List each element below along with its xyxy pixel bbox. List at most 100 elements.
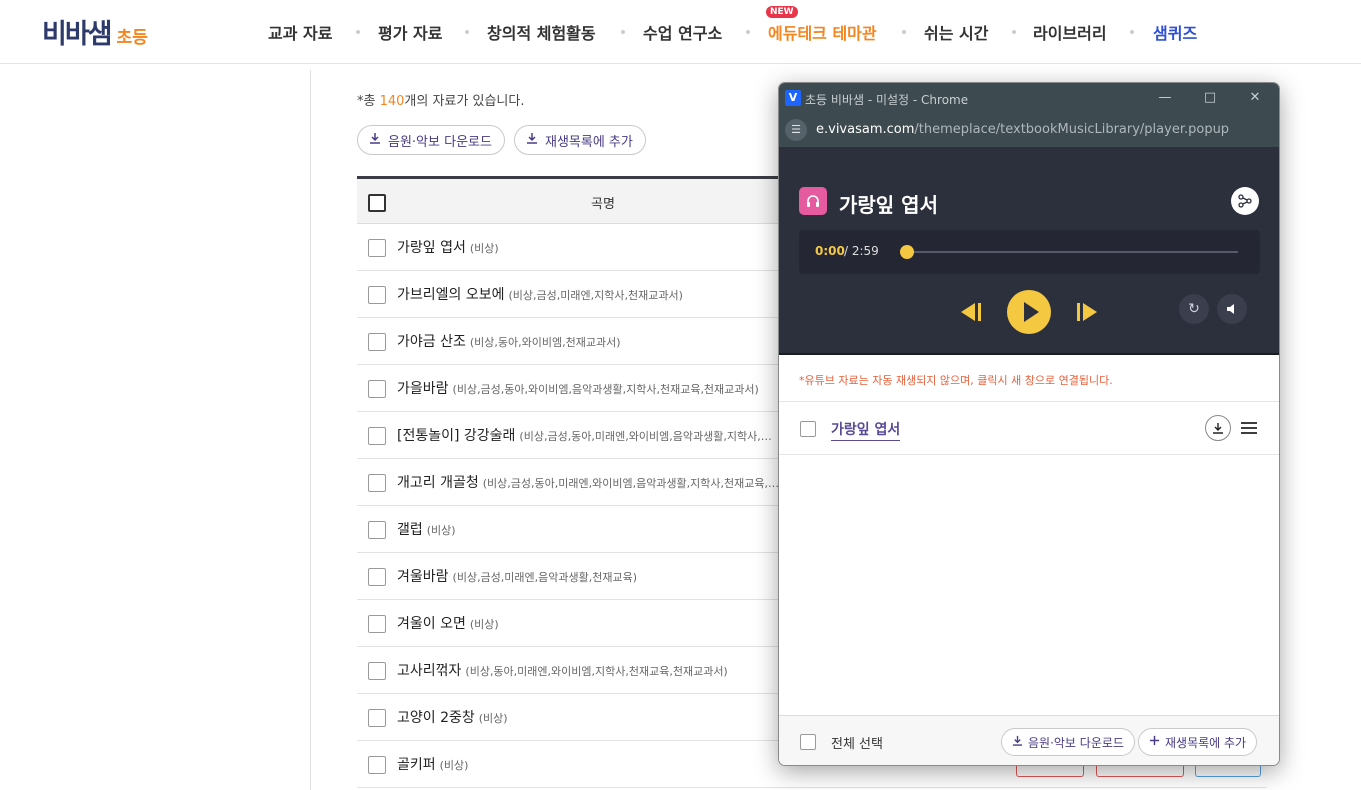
song-title[interactable]: [전통놀이] 강강술래 — [397, 428, 515, 444]
site-header: 비바샘 초등 교과 자료 평가 자료 창의적 체험활동 수업 연구소 에듀테크 … — [0, 0, 1361, 64]
select-all-checkbox[interactable] — [800, 734, 816, 750]
song-title-cell[interactable]: 가야금 산조 (비상,동아,와이비엠,천재교과서) — [397, 331, 621, 351]
add-to-playlist-label: 재생목록에 추가 — [1165, 735, 1247, 750]
song-title-cell[interactable]: 고사리꺾자 (비상,동아,미래엔,와이비엠,지학사,천재교육,천재교과서) — [397, 660, 728, 680]
nav-item-textbook[interactable]: 교과 자료 — [268, 20, 332, 44]
youtube-notice: *유튜브 자료는 자동 재생되지 않으며, 클릭시 새 창으로 연결됩니다. — [799, 374, 1113, 387]
add-to-playlist-button[interactable]: 재생목록에 추가 — [1138, 728, 1258, 756]
drag-handle-icon[interactable] — [1241, 418, 1257, 438]
row-checkbox[interactable] — [368, 474, 386, 492]
download-icon[interactable] — [1205, 415, 1231, 441]
result-count: *총 140개의 자료가 있습니다. — [357, 90, 524, 109]
address-bar: ☰ e.vivasam.com/themeplace/textbookMusic… — [779, 113, 1279, 147]
row-checkbox[interactable] — [368, 662, 386, 680]
row-checkbox[interactable] — [368, 380, 386, 398]
song-title-cell[interactable]: 가랑잎 엽서 (비상) — [397, 237, 499, 257]
row-checkbox[interactable] — [368, 615, 386, 633]
url-domain: e.vivasam.com — [816, 122, 915, 137]
next-track-icon[interactable] — [1073, 301, 1099, 323]
audio-player: 가랑잎 엽서 0:00 / 2:59 ↻ — [779, 147, 1279, 355]
row-checkbox[interactable] — [368, 709, 386, 727]
song-title[interactable]: 가랑잎 엽서 — [397, 240, 466, 256]
row-checkbox[interactable] — [368, 333, 386, 351]
song-title[interactable]: 갤럽 — [397, 522, 423, 538]
download-music-button[interactable]: 음원·악보 다운로드 — [1001, 728, 1135, 756]
song-title-cell[interactable]: 갤럽 (비상) — [397, 519, 456, 539]
song-publishers: (비상,금성,동아,와이비엠,음악과생활,지학사,천재교육,천재교과서) — [452, 383, 759, 396]
nav-item-creative[interactable]: 창의적 체험활동 — [487, 20, 596, 44]
download-music-label: 음원·악보 다운로드 — [1028, 735, 1124, 750]
row-action-button[interactable] — [1096, 765, 1184, 777]
playlist-item-title[interactable]: 가랑잎 엽서 — [831, 419, 901, 441]
song-title-cell[interactable]: 개고리 개골청 (비상,금성,동아,미래엔,와이비엠,음악과생활,지학사,천재교육… — [397, 472, 779, 492]
now-playing-title: 가랑잎 엽서 — [839, 193, 938, 217]
seek-bar-container: 0:00 / 2:59 — [799, 230, 1260, 274]
add-to-playlist-button[interactable]: 재생목록에 추가 — [514, 125, 646, 155]
volume-icon[interactable] — [1217, 294, 1247, 324]
nav-separator — [465, 30, 469, 34]
song-title-cell[interactable]: 고양이 2중창 (비상) — [397, 707, 508, 727]
nav-separator — [621, 30, 625, 34]
share-icon[interactable] — [1231, 187, 1259, 215]
count-prefix: *총 — [357, 94, 380, 109]
song-title-cell[interactable]: [전통놀이] 강강술래 (비상,금성,동아,미래엔,와이비엠,음악과생활,지학사,… — [397, 425, 772, 445]
row-checkbox[interactable] — [368, 521, 386, 539]
url-path: /themeplace/textbookMusicLibrary/player.… — [914, 122, 1230, 137]
song-title[interactable]: 가야금 산조 — [397, 334, 466, 350]
song-title-cell[interactable]: 골키퍼 (비상) — [397, 754, 468, 774]
player-popup-window: V 초등 비바샘 - 미설정 - Chrome — □ ✕ ☰ e.vivasa… — [778, 82, 1280, 766]
select-all-checkbox[interactable] — [368, 194, 386, 212]
seek-handle[interactable] — [900, 245, 914, 259]
previous-track-icon[interactable] — [959, 301, 985, 323]
playlist-item-checkbox[interactable] — [800, 421, 816, 437]
content-divider — [310, 70, 311, 790]
song-title[interactable]: 가을바람 — [397, 381, 449, 397]
nav-separator — [902, 30, 906, 34]
song-title-cell[interactable]: 겨울바람 (비상,금성,미래엔,음악과생활,천재교육) — [397, 566, 637, 586]
seek-track[interactable] — [907, 251, 1238, 253]
site-settings-icon[interactable]: ☰ — [785, 119, 807, 141]
count-number: 140 — [379, 94, 405, 109]
song-title[interactable]: 겨울이 오면 — [397, 616, 466, 632]
song-title[interactable]: 골키퍼 — [397, 757, 436, 773]
playlist-footer: 전체 선택 음원·악보 다운로드 재생목록에 추가 — [779, 715, 1279, 765]
song-publishers: (비상,금성,동아,미래엔,와이비엠,음악과생활,지학사,… — [519, 430, 772, 443]
download-music-label: 음원·악보 다운로드 — [388, 134, 492, 150]
row-checkbox[interactable] — [368, 568, 386, 586]
song-publishers: (비상) — [426, 524, 456, 537]
nav-separator — [1012, 30, 1016, 34]
download-music-button[interactable]: 음원·악보 다운로드 — [357, 125, 505, 155]
song-title-cell[interactable]: 겨울이 오면 (비상) — [397, 613, 499, 633]
song-title[interactable]: 고양이 2중창 — [397, 710, 475, 726]
song-title[interactable]: 고사리꺾자 — [397, 663, 461, 679]
row-checkbox[interactable] — [368, 427, 386, 445]
nav-separator — [1130, 30, 1134, 34]
row-checkbox[interactable] — [368, 239, 386, 257]
repeat-icon[interactable]: ↻ — [1179, 294, 1209, 324]
song-title[interactable]: 개고리 개골청 — [397, 475, 479, 491]
download-icon — [525, 132, 539, 148]
download-icon — [1012, 735, 1023, 749]
song-title-cell[interactable]: 가브리엘의 오보에 (비상,금성,미래엔,지학사,천재교과서) — [397, 284, 683, 304]
nav-item-lesson-lab[interactable]: 수업 연구소 — [643, 20, 722, 44]
row-checkbox[interactable] — [368, 286, 386, 304]
url-text[interactable]: e.vivasam.com/themeplace/textbookMusicLi… — [816, 122, 1229, 137]
app-v-icon: V — [785, 90, 801, 106]
song-title[interactable]: 가브리엘의 오보에 — [397, 287, 505, 303]
song-publishers: (비상,동아,미래엔,와이비엠,지학사,천재교육,천재교과서) — [465, 665, 728, 678]
play-button[interactable] — [1007, 290, 1051, 334]
nav-item-library[interactable]: 라이브러리 — [1033, 20, 1107, 44]
song-title-cell[interactable]: 가을바람 (비상,금성,동아,와이비엠,음악과생활,지학사,천재교육,천재교과서) — [397, 378, 759, 398]
song-title[interactable]: 겨울바람 — [397, 569, 449, 585]
minimize-icon[interactable]: — — [1155, 88, 1175, 108]
maximize-icon[interactable]: □ — [1200, 88, 1220, 108]
row-checkbox[interactable] — [368, 756, 386, 774]
row-action-button[interactable] — [1016, 765, 1084, 777]
nav-item-assessment[interactable]: 평가 자료 — [378, 20, 442, 44]
close-icon[interactable]: ✕ — [1245, 88, 1265, 108]
row-action-button[interactable] — [1195, 765, 1261, 777]
window-title: 초등 비바샘 - 미설정 - Chrome — [805, 93, 969, 107]
nav-item-break-time[interactable]: 쉬는 시간 — [924, 20, 988, 44]
nav-item-edutech[interactable]: 에듀테크 테마관 — [768, 20, 877, 44]
nav-item-samquiz[interactable]: 샘퀴즈 — [1153, 20, 1197, 44]
